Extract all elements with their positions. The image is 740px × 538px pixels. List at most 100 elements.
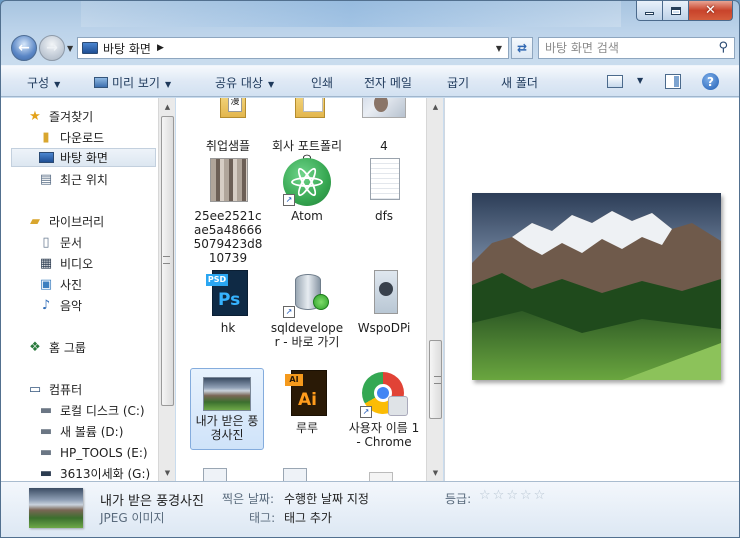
maximize-button[interactable] xyxy=(663,1,689,21)
new-folder-button[interactable]: 새 폴더 xyxy=(501,74,538,91)
print-button[interactable]: 인쇄 xyxy=(311,74,333,91)
nav-videos[interactable]: ▦ 비디오 xyxy=(38,254,156,273)
star-icon[interactable]: ☆ xyxy=(493,488,505,503)
preview-pane-toggle-icon[interactable] xyxy=(665,74,681,89)
file-item[interactable]: WspoDPi xyxy=(347,270,421,335)
email-button[interactable]: 전자 메일 xyxy=(364,74,412,91)
scroll-down-icon[interactable]: ▼ xyxy=(159,464,176,481)
scroll-up-icon[interactable]: ▲ xyxy=(427,98,444,115)
burn-button[interactable]: 굽기 xyxy=(447,74,469,91)
nav-label: 로컬 디스크 (C:) xyxy=(60,404,145,418)
details-date-value[interactable]: 수행한 날짜 지정 xyxy=(284,490,369,507)
recent-places-icon: ▤ xyxy=(39,172,53,187)
navigation-scrollbar[interactable]: ▲ ▼ xyxy=(158,98,175,481)
forward-button[interactable]: → xyxy=(39,35,65,61)
recent-pages-dropdown[interactable]: ▼ xyxy=(67,44,73,53)
nav-documents[interactable]: ▯ 문서 xyxy=(38,233,156,252)
image-file-icon xyxy=(360,98,408,136)
file-label: Atom xyxy=(291,209,323,223)
nav-label: HP_TOOLS (E:) xyxy=(60,445,148,460)
nav-music[interactable]: ♪ 음악 xyxy=(38,296,156,315)
nav-computer[interactable]: ▭ 컴퓨터 xyxy=(27,380,157,399)
minimize-button[interactable] xyxy=(636,1,663,21)
breadcrumb-chevron-icon[interactable]: ▶ xyxy=(157,43,164,53)
change-view-icon[interactable] xyxy=(607,75,623,88)
slideshow-button[interactable]: 미리 보기 ▼ xyxy=(94,74,171,91)
atom-app-icon: ↗ xyxy=(283,158,331,206)
back-button[interactable]: ← xyxy=(11,35,37,61)
file-item[interactable]: 4 xyxy=(347,98,421,153)
nav-favorites[interactable]: ★ 즐겨찾기 xyxy=(27,107,157,126)
details-filetype: JPEG 이미지 xyxy=(100,511,165,525)
file-item[interactable]: dfs xyxy=(347,158,421,223)
nav-downloads[interactable]: ▮ 다운로드 xyxy=(38,128,156,147)
file-item-partial[interactable] xyxy=(369,472,393,481)
file-item[interactable]: ↗ Atom xyxy=(270,158,344,223)
file-list-scrollbar[interactable]: ▲ ▼ xyxy=(426,98,443,481)
close-icon: ✕ xyxy=(705,3,716,18)
star-icon[interactable]: ☆ xyxy=(479,488,491,503)
organize-button[interactable]: 구성 ▼ xyxy=(27,74,60,91)
maximize-icon xyxy=(670,6,681,15)
nav-desktop[interactable]: 바탕 화면 xyxy=(11,148,156,167)
details-tags-value[interactable]: 태그 추가 xyxy=(284,509,332,526)
file-item-selected[interactable]: 내가 받은 풍경사진 xyxy=(190,368,264,450)
shortcut-arrow-icon: ↗ xyxy=(283,306,295,318)
file-item[interactable]: AI Ai 루루 xyxy=(270,370,344,435)
share-button[interactable]: 공유 대상 ▼ xyxy=(215,74,274,91)
image-file-icon xyxy=(360,270,408,318)
nav-label: 새 볼륨 (D:) xyxy=(60,425,124,439)
command-toolbar: 구성 ▼ 미리 보기 ▼ 공유 대상 ▼ 인쇄 전자 메일 굽기 새 폴더 ▼ ? xyxy=(1,65,739,97)
nav-pictures[interactable]: ▣ 사진 xyxy=(38,275,156,294)
back-arrow-icon: ← xyxy=(18,40,30,56)
text-file-icon xyxy=(360,158,408,206)
view-options-chevron-icon[interactable]: ▼ xyxy=(637,76,643,85)
file-label: 25ee2521cae5a486665079423d810739 xyxy=(193,209,263,265)
refresh-button[interactable]: ⇄ xyxy=(511,37,533,59)
print-label: 인쇄 xyxy=(311,76,334,90)
email-label: 전자 메일 xyxy=(364,76,412,90)
star-icon[interactable]: ☆ xyxy=(506,488,518,503)
navigation-pane: ★ 즐겨찾기 ▮ 다운로드 바탕 화면 ▤ 최근 위치 ▰ 라이브러리 ▯ 문서 ▦ 비디오… xyxy=(1,98,158,481)
nav-homegroup[interactable]: ❖ 홈 그룹 xyxy=(27,338,157,357)
close-button[interactable]: ✕ xyxy=(689,1,733,21)
star-icon[interactable]: ☆ xyxy=(534,488,546,503)
file-item[interactable]: 회사 포트폴리오 xyxy=(270,98,344,167)
title-bar[interactable] xyxy=(81,1,621,27)
nav-drive-c[interactable]: ▬ 로컬 디스크 (C:) xyxy=(38,401,156,420)
scrollbar-thumb[interactable] xyxy=(429,340,442,419)
nav-label: 바탕 화면 xyxy=(60,151,108,165)
file-item[interactable]: 25ee2521cae5a486665079423d810739 xyxy=(191,158,265,265)
star-icon[interactable]: ☆ xyxy=(520,488,532,503)
music-note-icon: ♪ xyxy=(41,298,51,313)
search-input[interactable] xyxy=(545,41,705,55)
search-icon[interactable]: ⚲ xyxy=(718,40,728,55)
image-file-icon xyxy=(204,158,252,206)
folder-icon: 漫 xyxy=(204,98,252,136)
address-path[interactable]: 바탕 화면 xyxy=(103,40,151,57)
new-folder-label: 새 폴더 xyxy=(501,76,538,90)
nav-drive-e[interactable]: ▬ HP_TOOLS (E:) xyxy=(38,443,156,462)
usb-drive-icon: ▬ xyxy=(39,466,53,481)
scroll-down-icon[interactable]: ▼ xyxy=(427,464,444,481)
address-bar[interactable]: 바탕 화면 ▶ ▼ xyxy=(77,37,509,59)
file-item-partial[interactable] xyxy=(283,468,307,481)
file-item[interactable]: ↗ 사용자 이름 1 - Chrome xyxy=(347,370,421,449)
chevron-down-icon: ▼ xyxy=(164,80,172,89)
explorer-window: ✕ ← → ▼ 바탕 화면 ▶ ▼ ⇄ ⚲ 구성 ▼ 미리 보기 ▼ 공유 대상 ▼ … xyxy=(0,0,740,538)
file-item[interactable]: PSD Ps hk xyxy=(191,270,265,335)
file-item-partial[interactable] xyxy=(203,468,227,481)
nav-label: 라이브러리 xyxy=(49,215,105,229)
rating-stars[interactable]: ☆ ☆ ☆ ☆ ☆ xyxy=(479,488,545,503)
file-item[interactable]: 漫 취업샘플 xyxy=(191,98,265,153)
nav-label: 즐겨찾기 xyxy=(49,110,94,124)
nav-recent[interactable]: ▤ 최근 위치 xyxy=(38,170,156,189)
file-label: hk xyxy=(220,321,236,335)
chevron-down-icon: ▼ xyxy=(54,80,61,89)
nav-libraries[interactable]: ▰ 라이브러리 xyxy=(27,212,157,231)
file-item[interactable]: ↗ sqldeveloper - 바로 가기 xyxy=(270,270,344,349)
scroll-up-icon[interactable]: ▲ xyxy=(159,98,176,115)
nav-drive-d[interactable]: ▬ 새 볼륨 (D:) xyxy=(38,422,156,441)
address-dropdown-icon[interactable]: ▼ xyxy=(496,44,502,53)
help-icon[interactable]: ? xyxy=(702,73,719,90)
